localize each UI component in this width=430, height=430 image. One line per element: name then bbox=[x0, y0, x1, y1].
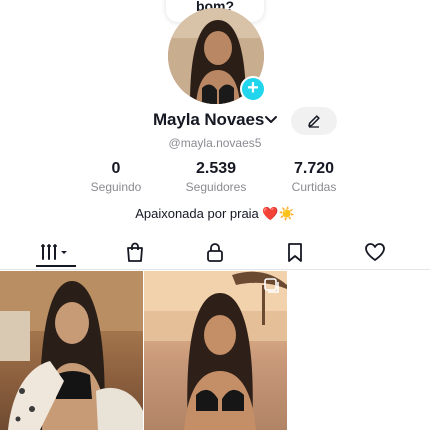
stat-likes[interactable]: 7.720 Curtidas bbox=[264, 160, 364, 194]
shop-bag-icon bbox=[127, 242, 143, 262]
stat-followers[interactable]: 2.539 Seguidores bbox=[166, 160, 266, 194]
stat-following[interactable]: 0 Seguindo bbox=[66, 160, 166, 194]
empty-grid-slot bbox=[288, 271, 430, 430]
videos-grid-icon bbox=[41, 244, 67, 260]
tab-shop[interactable] bbox=[115, 238, 155, 266]
tab-liked[interactable] bbox=[355, 238, 395, 266]
tab-saved[interactable] bbox=[275, 238, 315, 266]
stat-following-value: 0 bbox=[111, 160, 121, 177]
stat-likes-label: Curtidas bbox=[291, 180, 337, 194]
tab-private[interactable] bbox=[195, 238, 235, 266]
chevron-down-icon[interactable] bbox=[264, 114, 278, 126]
stat-followers-label: Seguidores bbox=[185, 180, 247, 194]
heart-icon bbox=[365, 243, 385, 261]
profile-handle: @mayla.novaes5 bbox=[168, 136, 262, 150]
profile-bio: Apaixonada por praia ❤️☀️ bbox=[135, 206, 295, 221]
add-story-button[interactable]: + bbox=[240, 76, 266, 102]
video-thumbnail[interactable] bbox=[0, 271, 143, 430]
tab-videos[interactable] bbox=[36, 238, 76, 267]
profile-tabs bbox=[0, 234, 430, 270]
stat-followers-value: 2.539 bbox=[195, 160, 237, 177]
video-thumbnail-image bbox=[0, 271, 143, 430]
lock-icon bbox=[207, 243, 223, 262]
profile-stats: 0 Seguindo 2.539 Seguidores 7.720 Curtid… bbox=[0, 160, 430, 200]
profile-avatar-container[interactable]: + bbox=[168, 8, 266, 104]
stat-following-label: Seguindo bbox=[90, 180, 142, 194]
bookmark-icon bbox=[288, 243, 302, 262]
video-grid bbox=[0, 271, 430, 430]
profile-name-row: Mayla Novaes bbox=[0, 107, 430, 135]
video-thumbnail-image bbox=[144, 271, 287, 430]
stat-likes-value: 7.720 bbox=[293, 160, 335, 177]
edit-profile-button[interactable] bbox=[291, 107, 337, 135]
pencil-icon bbox=[308, 115, 320, 128]
profile-username: Mayla Novaes bbox=[153, 110, 265, 129]
active-tab-indicator bbox=[36, 265, 76, 267]
multi-photo-icon bbox=[264, 278, 279, 293]
video-thumbnail[interactable] bbox=[144, 271, 287, 430]
